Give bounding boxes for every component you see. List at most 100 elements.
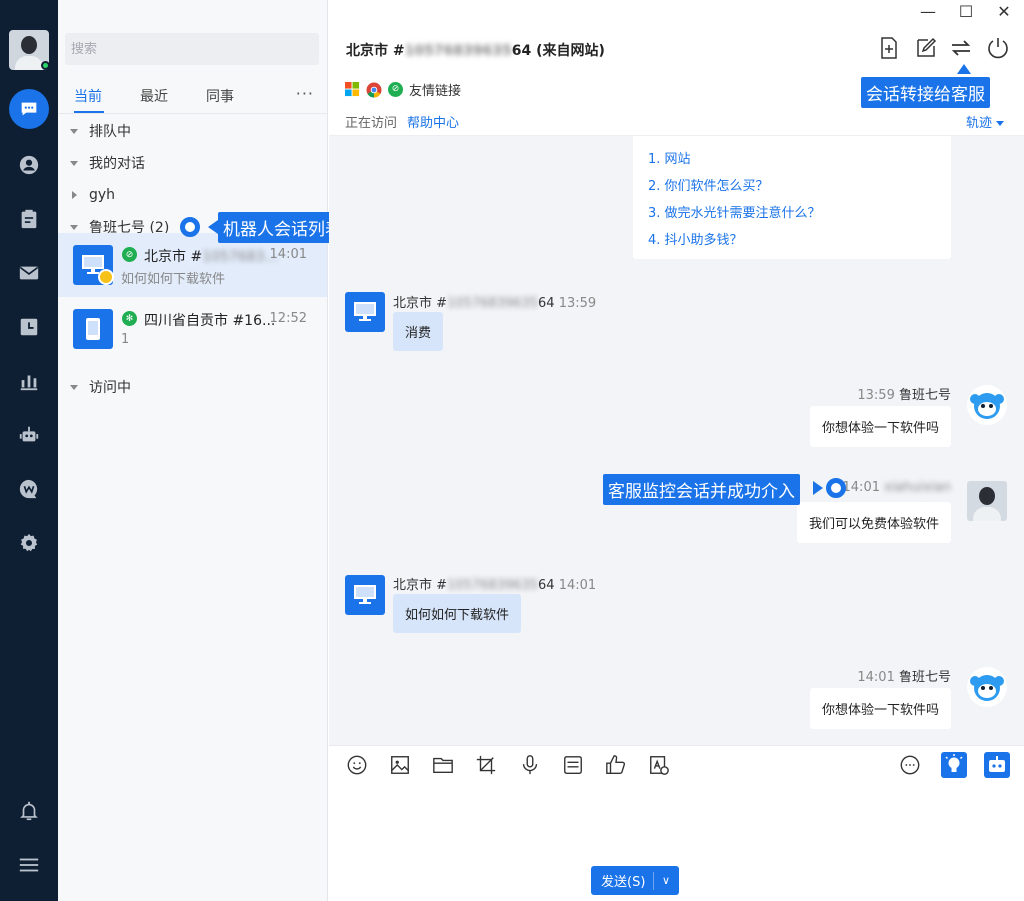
conversation-name: 北京市 #1057683... <box>144 249 278 265</box>
message-bubble: 我们可以免费体验软件 <box>796 502 951 543</box>
crop-icon[interactable] <box>475 754 497 776</box>
settings-icon[interactable] <box>9 523 49 563</box>
link-source-icon: ⊘ <box>388 82 403 97</box>
clock-icon[interactable] <box>9 307 49 347</box>
message-bubble: 你想体验一下软件吗 <box>809 406 951 447</box>
online-status-dot <box>41 61 50 70</box>
chevron-down-icon <box>70 128 78 134</box>
visiting-page-link[interactable]: 帮助中心 <box>407 116 459 131</box>
group-gyh[interactable]: gyh <box>70 184 115 206</box>
windows-icon <box>345 82 360 97</box>
nav-rail <box>0 0 58 901</box>
w-chat-icon[interactable] <box>9 469 49 509</box>
robot-badge-icon <box>98 269 114 285</box>
chevron-down-icon <box>70 224 78 230</box>
annotation-monitor: 客服监控会话并成功介入 <box>603 474 800 505</box>
chat-icon[interactable] <box>9 89 49 129</box>
quick-reply-icon[interactable] <box>562 754 584 776</box>
new-ticket-icon[interactable] <box>877 36 901 60</box>
chevron-down-icon <box>70 384 78 390</box>
group-visiting[interactable]: 访问中 <box>70 376 131 398</box>
send-button[interactable]: 发送(S) ∨ <box>591 866 679 895</box>
robot-icon[interactable] <box>9 415 49 455</box>
annotation-arrow <box>208 220 218 234</box>
clipboard-icon[interactable] <box>9 199 49 239</box>
lightbulb-icon[interactable] <box>941 752 967 778</box>
annotation-arrow <box>813 481 823 495</box>
conversation-preview: 1 <box>121 332 130 347</box>
message-meta: 北京市 #1057683963564 13:59 <box>393 296 597 311</box>
maximize-button[interactable]: ☐ <box>956 2 976 21</box>
mic-icon[interactable] <box>519 754 541 776</box>
chat-panel: — ☐ ✕ 北京市 #1057683963564 (来自网站) ⊘ 友情链接 正… <box>329 0 1024 901</box>
folder-icon[interactable] <box>432 754 454 776</box>
faq-option[interactable]: 3. 做完水光针需要注意什么？ <box>648 202 951 229</box>
image-icon[interactable] <box>389 754 411 776</box>
conversation-item[interactable]: ✻ 四川省自贡市 #16... 12:52 1 <box>58 297 327 361</box>
faq-option[interactable]: 2. 你们软件怎么买？ <box>648 175 951 202</box>
edit-icon[interactable] <box>914 36 938 60</box>
conversation-name: 四川省自贡市 #16... <box>144 313 276 329</box>
chat-bubble-icon[interactable] <box>899 754 921 776</box>
conversation-list-panel: 当前 最近 同事 ··· 排队中 我的对话 gyh 鲁班七号 (2) ⊘ 北京市… <box>58 0 328 901</box>
visitor-avatar <box>345 575 385 615</box>
mail-icon[interactable] <box>9 253 49 293</box>
annotation-transfer: 会话转接给客服 <box>861 77 990 108</box>
conversation-time: 14:01 <box>269 247 307 262</box>
conversation-tabs: 当前 最近 同事 ··· <box>58 84 328 114</box>
power-icon[interactable] <box>986 36 1010 60</box>
transfer-icon[interactable] <box>949 36 973 60</box>
message-meta: 14:01 鲁班七号 <box>857 670 951 685</box>
link-source-icon: ⊘ <box>122 247 137 262</box>
user-icon[interactable] <box>9 145 49 185</box>
faq-option[interactable]: 4. 抖小助多钱？ <box>648 229 951 256</box>
faq-card: 1. 网站 2. 你们软件怎么买？ 3. 做完水光针需要注意什么？ 4. 抖小助… <box>633 136 951 259</box>
close-button[interactable]: ✕ <box>994 2 1014 21</box>
message-meta: 13:59 鲁班七号 <box>857 388 951 403</box>
minimize-button[interactable]: — <box>918 2 938 21</box>
track-dropdown[interactable]: 轨迹 <box>966 112 1004 131</box>
faq-option[interactable]: 1. 网站 <box>648 148 951 175</box>
group-my-conversations[interactable]: 我的对话 <box>70 152 145 174</box>
search-input[interactable] <box>65 33 319 65</box>
emoji-icon[interactable] <box>346 754 368 776</box>
send-label: 发送(S) <box>601 875 646 890</box>
group-queue[interactable]: 排队中 <box>70 120 131 142</box>
chevron-down-icon[interactable]: ∨ <box>654 874 678 887</box>
chart-icon[interactable] <box>9 361 49 401</box>
thumbs-up-icon[interactable] <box>605 754 627 776</box>
wechat-source-icon: ✻ <box>122 311 137 326</box>
chevron-down-icon <box>70 160 78 166</box>
annotation-arrow <box>957 64 971 74</box>
message-meta: 北京市 #1057683963564 14:01 <box>393 578 597 593</box>
conversation-preview: 如何如何下载软件 <box>121 272 226 287</box>
robot-assist-icon[interactable] <box>984 752 1010 778</box>
chevron-right-icon <box>72 191 77 199</box>
message-bubble: 消费 <box>393 312 444 351</box>
visiting-label: 正在访问 <box>345 116 398 131</box>
visitor-avatar <box>345 292 385 332</box>
active-tab-indicator <box>74 111 104 113</box>
annotation-marker <box>826 478 846 498</box>
tab-current[interactable]: 当前 <box>74 86 102 106</box>
chat-title: 北京市 #1057683963564 (来自网站) <box>346 43 605 59</box>
agent-avatar <box>967 481 1007 521</box>
tab-colleagues[interactable]: 同事 <box>206 86 234 106</box>
tab-recent[interactable]: 最近 <box>140 86 168 106</box>
source-label: 友情链接 <box>409 84 462 99</box>
annotation-robot-list: 机器人会话列表 <box>218 212 347 243</box>
bell-icon[interactable] <box>9 791 49 831</box>
group-label: 访问中 <box>89 380 131 396</box>
message-bubble: 你想体验一下软件吗 <box>809 688 951 729</box>
message-meta: 14:01 xiahuixian <box>842 480 951 495</box>
composer-toolbar <box>329 745 1024 785</box>
translate-icon[interactable] <box>648 754 670 776</box>
more-icon[interactable]: ··· <box>296 84 314 103</box>
menu-icon[interactable] <box>9 845 49 885</box>
annotation-marker <box>180 217 200 237</box>
group-label: 排队中 <box>89 124 131 140</box>
chevron-down-icon <box>996 121 1004 126</box>
bot-avatar <box>967 667 1007 707</box>
message-bubble: 如何如何下载软件 <box>393 594 522 633</box>
mobile-visitor-icon <box>73 309 113 349</box>
